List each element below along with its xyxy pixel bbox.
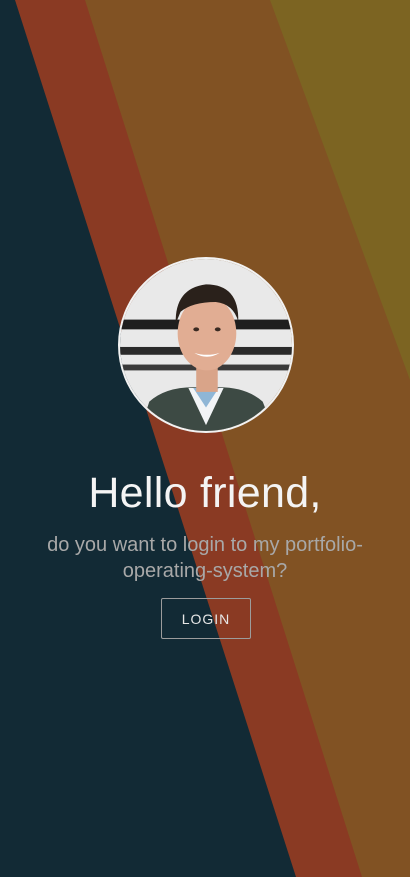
login-button[interactable]: LOGIN (161, 598, 251, 639)
background-stripes (0, 0, 410, 877)
greeting-title: Hello friend, (88, 469, 322, 517)
greeting-subtitle: do you want to login to my portfolio-ope… (47, 534, 363, 582)
profile-avatar (118, 257, 294, 433)
profile-photo-icon (120, 259, 292, 431)
